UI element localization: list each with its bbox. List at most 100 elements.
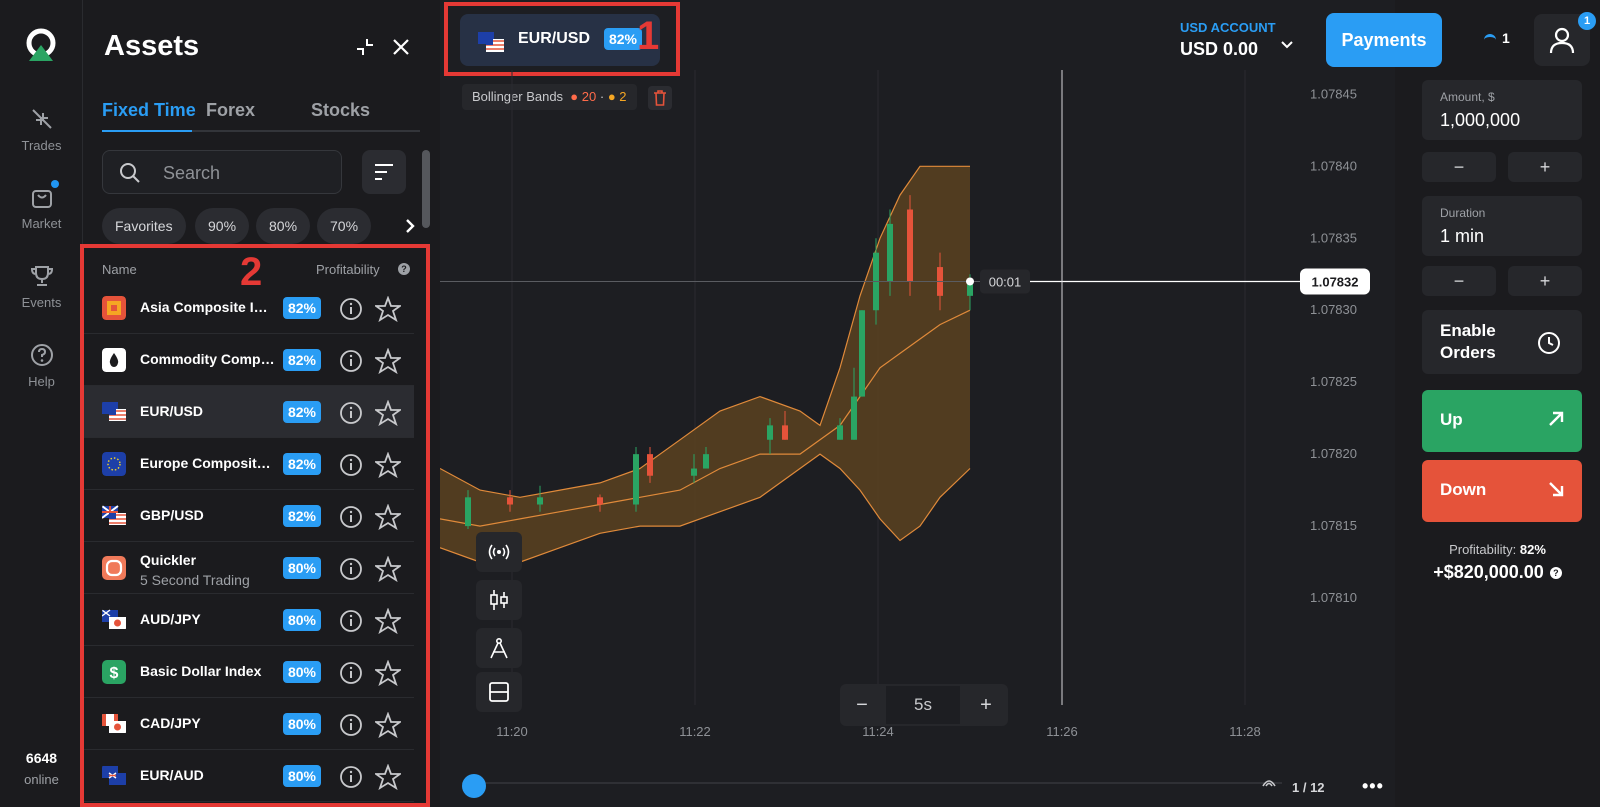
star-icon[interactable] <box>375 504 401 530</box>
tab-stocks[interactable]: Stocks <box>311 100 370 121</box>
star-icon[interactable] <box>375 764 401 790</box>
timeline-handle[interactable] <box>462 774 486 798</box>
cad-jpy-flag-icon <box>102 714 126 733</box>
star-icon[interactable] <box>375 556 401 582</box>
history-timeline[interactable] <box>462 782 1282 784</box>
profitability-help-icon[interactable]: ? <box>398 263 410 275</box>
signals-tool-button[interactable] <box>476 532 522 572</box>
rail-item-help[interactable]: Help <box>0 342 83 389</box>
collapse-icon[interactable] <box>354 36 376 58</box>
arrow-up-right-icon <box>1549 411 1564 426</box>
info-icon[interactable] <box>339 765 363 789</box>
drawing-tools-button[interactable] <box>476 628 522 668</box>
timeframe-value[interactable]: 5s <box>886 686 960 724</box>
asset-row-asia-composite[interactable]: Asia Composite Index 82% <box>84 282 414 334</box>
asset-name: Quickler <box>140 552 197 568</box>
notifications-button[interactable]: 1 <box>1466 14 1528 66</box>
rail-label-help: Help <box>28 374 55 389</box>
potential-profit: +$820,000.00? <box>1395 562 1600 583</box>
asset-row-aud-jpy[interactable]: AUD/JPY 80% <box>84 594 414 646</box>
asset-row-quickler[interactable]: Quickler 5 Second Trading 80% <box>84 542 414 594</box>
column-name: Name <box>102 262 137 277</box>
info-icon[interactable] <box>339 401 363 425</box>
close-icon[interactable] <box>390 36 412 58</box>
profit-help-icon[interactable]: ? <box>1549 567 1562 579</box>
amount-field[interactable]: Amount, $ 1,000,000 <box>1422 80 1582 140</box>
star-icon[interactable] <box>375 348 401 374</box>
sort-button[interactable] <box>362 150 406 194</box>
zoom-in-button[interactable]: + <box>964 684 1008 726</box>
asset-list-scrollbar[interactable] <box>422 150 430 228</box>
star-icon[interactable] <box>375 296 401 322</box>
info-icon[interactable] <box>339 349 363 373</box>
star-icon[interactable] <box>375 660 401 686</box>
chart-type-button[interactable] <box>476 580 522 620</box>
candle-body <box>703 454 709 469</box>
star-icon[interactable] <box>375 712 401 738</box>
asset-row-commodity-composite[interactable]: Commodity Composite 82% <box>84 334 414 386</box>
aud-jpy-flag-icon <box>102 609 126 629</box>
filter-70[interactable]: 70% <box>317 208 372 244</box>
search-input[interactable] <box>163 161 333 185</box>
asset-row-eur-usd[interactable]: EUR/USD 82% <box>84 386 414 438</box>
price-tick-label: 1.07845 <box>1310 86 1357 101</box>
star-icon[interactable] <box>375 608 401 634</box>
rail-item-market[interactable]: Market <box>0 180 83 231</box>
filter-80[interactable]: 80% <box>256 208 311 244</box>
info-icon[interactable] <box>339 661 363 685</box>
layout-button[interactable] <box>476 672 522 712</box>
down-button[interactable]: Down <box>1422 460 1582 522</box>
time-tick-label: 11:20 <box>496 724 528 739</box>
info-icon[interactable] <box>339 505 363 529</box>
more-options-button[interactable]: ••• <box>1362 776 1384 797</box>
info-icon[interactable] <box>339 713 363 737</box>
enable-orders-button[interactable]: Enable Orders <box>1422 310 1582 374</box>
asset-name: CAD/JPY <box>140 715 201 731</box>
brand-logo-icon[interactable] <box>24 28 58 62</box>
asset-row-europe-composite[interactable]: Europe Composite Index 82% <box>84 438 414 490</box>
amount-decrease-button[interactable]: − <box>1422 152 1496 182</box>
info-icon[interactable] <box>339 609 363 633</box>
candles-icon <box>490 590 508 610</box>
star-icon[interactable] <box>375 452 401 478</box>
info-icon[interactable] <box>339 297 363 321</box>
asset-row-cad-jpy[interactable]: CAD/JPY 80% <box>84 698 414 750</box>
countdown-timer: 00:01 <box>989 274 1022 289</box>
chevron-right-icon[interactable] <box>404 218 416 234</box>
up-button[interactable]: Up <box>1422 390 1582 452</box>
help-icon <box>30 344 53 366</box>
up-label: Up <box>1440 410 1463 429</box>
duration-increase-button[interactable]: + <box>1508 266 1582 296</box>
user-icon <box>1549 27 1575 54</box>
tab-forex[interactable]: Forex <box>206 100 255 121</box>
asset-row-gbp-usd[interactable]: GBP/USD 82% <box>84 490 414 542</box>
asset-row-basic-dollar-index[interactable]: $ Basic Dollar Index 80% <box>84 646 414 698</box>
broadcast-icon <box>488 544 510 560</box>
amount-increase-button[interactable]: + <box>1508 152 1582 182</box>
asset-profit-badge: 80% <box>283 713 321 735</box>
rail-item-events[interactable]: Events <box>0 263 83 310</box>
duration-decrease-button[interactable]: − <box>1422 266 1496 296</box>
timeframe-control: − 5s + <box>840 684 1008 726</box>
active-tab-underline <box>102 130 192 132</box>
asset-name: Europe Composite Index <box>140 455 275 471</box>
duration-field[interactable]: Duration 1 min <box>1422 196 1582 256</box>
payments-button[interactable]: Payments <box>1326 13 1442 67</box>
tab-fixed-time[interactable]: Fixed Time <box>102 100 196 121</box>
asset-profit-badge: 82% <box>283 505 321 527</box>
rail-item-trades[interactable]: Trades <box>0 106 83 153</box>
chevron-down-icon[interactable] <box>1280 40 1294 50</box>
account-selector[interactable]: USD ACCOUNT USD 0.00 <box>1180 20 1276 60</box>
star-icon[interactable] <box>375 400 401 426</box>
price-chart[interactable]: 11:20 11:22 11:24 11:26 11:28 1.07845 1.07840 1… <box>440 70 1395 760</box>
asset-profit-badge: 82% <box>283 297 321 319</box>
enable-orders-label: Enable Orders <box>1440 321 1496 362</box>
info-icon[interactable] <box>339 453 363 477</box>
filter-90[interactable]: 90% <box>195 208 250 244</box>
filter-favorites[interactable]: Favorites <box>102 208 186 244</box>
info-icon[interactable] <box>339 557 363 581</box>
active-asset-pill[interactable]: EUR/USD 82% <box>460 14 660 66</box>
profile-button[interactable]: 1 <box>1534 12 1596 66</box>
asset-row-eur-aud[interactable]: EUR/AUD 80% <box>84 750 414 802</box>
zoom-out-button[interactable]: − <box>840 684 884 726</box>
